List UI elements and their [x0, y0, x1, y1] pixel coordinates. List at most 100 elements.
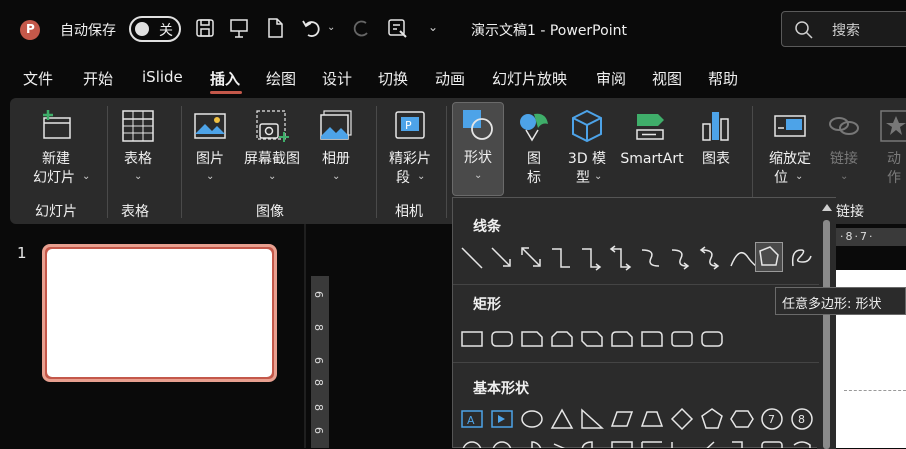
- zoom-label-1: 缩放定: [769, 151, 811, 167]
- frame-shape-icon: [611, 441, 633, 448]
- svg-text:8: 8: [798, 413, 805, 426]
- chart-label: 图表: [702, 151, 730, 167]
- right-triangle-shape-icon: [581, 408, 604, 429]
- ruler-marks-top: ·8·7·: [840, 230, 875, 243]
- zoom-button[interactable]: 缩放定 位 ⌄: [760, 104, 820, 190]
- photo-album-label: 相册: [322, 151, 350, 167]
- shapes-button[interactable]: 形状 ⌄: [452, 102, 504, 196]
- menu-view[interactable]: 视图: [652, 68, 682, 89]
- freeform-shape-button[interactable]: [755, 242, 783, 272]
- menu-insert[interactable]: 插入: [210, 68, 240, 89]
- action-button[interactable]: 动作: [872, 104, 906, 190]
- separator: [446, 106, 447, 218]
- smartart-button[interactable]: SmartArt: [618, 104, 686, 190]
- powerpoint-logo-letter: P: [26, 22, 35, 36]
- round-single-corner-rectangle-icon: [641, 331, 663, 347]
- menu-help[interactable]: 帮助: [708, 68, 738, 89]
- heptagon-shape-icon: 7: [761, 408, 783, 430]
- double-arrow-shape-icon: [521, 247, 541, 267]
- picture-chevron-icon: ⌄: [206, 171, 215, 182]
- plus-shape-icon: [732, 441, 743, 448]
- group-label-links: 链接: [836, 204, 864, 220]
- search-box[interactable]: 搜索: [781, 11, 906, 47]
- autosave-toggle[interactable]: 关: [129, 16, 181, 42]
- freeform-shape-icon: [759, 246, 779, 266]
- menu-file[interactable]: 文件: [23, 68, 53, 89]
- presentation-icon[interactable]: [228, 17, 250, 39]
- round-same-side-rectangle-icon: [671, 331, 693, 347]
- slide-thumbnail[interactable]: [42, 244, 277, 382]
- section-divider: [453, 284, 819, 285]
- can-shape-icon: [793, 441, 811, 448]
- undo-icon[interactable]: [300, 17, 324, 39]
- photo-album-chevron-icon: ⌄: [332, 171, 341, 182]
- link-button[interactable]: 链接 ⌄: [822, 104, 866, 190]
- 3d-models-button[interactable]: 3D 模 型 ⌄: [562, 104, 612, 190]
- trapezoid-shape-icon: [640, 411, 664, 427]
- link-label: 链接: [830, 151, 858, 167]
- new-slide-button[interactable]: 新建 幻灯片 ⌄: [22, 104, 90, 190]
- undo-dropdown-chevron-icon[interactable]: ⌄: [327, 22, 335, 33]
- table-button[interactable]: 表格 ⌄: [113, 104, 163, 190]
- section-divider: [453, 362, 819, 363]
- picture-button[interactable]: 图片 ⌄: [188, 104, 232, 190]
- redo-icon[interactable]: [350, 17, 372, 39]
- menu-bar: 文件 开始 iSlide 插入 绘图 设计 切换 动画 幻灯片放映 审阅 视图 …: [0, 58, 906, 98]
- menu-home[interactable]: 开始: [83, 68, 113, 89]
- title-bar: P 自动保存 关 ⌄ ⌄ 演示文稿1 - PowerPoint 搜索: [0, 0, 906, 58]
- parallelogram-shape-icon: [610, 411, 634, 427]
- scrollbar-thumb[interactable]: [823, 220, 830, 449]
- gallery-scrollbar[interactable]: [817, 198, 836, 449]
- icons-button[interactable]: 图 标: [512, 104, 556, 190]
- highlight-clip-button[interactable]: P 精彩片 段 ⌄: [382, 104, 438, 190]
- screenshot-icon: [254, 108, 290, 144]
- basic-shapes-row: A 7 8: [459, 406, 815, 432]
- panel-divider[interactable]: [304, 224, 306, 448]
- rectangle-shape-icon: [461, 331, 483, 347]
- quick-access-customize-icon[interactable]: ⌄: [428, 20, 438, 34]
- menu-review[interactable]: 审阅: [596, 68, 626, 89]
- screenshot-label: 屏幕截图: [244, 151, 300, 167]
- menu-islide[interactable]: iSlide: [142, 68, 183, 86]
- elbow-double-arrow-icon: [609, 245, 632, 271]
- curved-double-arrow-icon: [699, 246, 720, 270]
- new-slide-chevron-icon: ⌄: [82, 171, 91, 182]
- scribble-shape-button[interactable]: [789, 244, 815, 272]
- toggle-knob: [135, 22, 149, 36]
- ruler-mark: 8: [312, 404, 325, 411]
- line-shape-icon: [461, 247, 483, 269]
- diagonal-stripe-icon: [706, 441, 715, 448]
- new-slide-label-2: 幻灯片: [33, 170, 75, 186]
- picture-icon: [192, 108, 228, 144]
- zoom-chevron-icon: ⌄: [795, 171, 804, 182]
- shapes-icon: [460, 107, 496, 143]
- oval-shape-icon: [521, 410, 543, 428]
- autosave-state: 关: [159, 23, 173, 39]
- screenshot-button[interactable]: 屏幕截图 ⌄: [240, 104, 304, 190]
- decagon-shape-icon: [462, 441, 482, 448]
- vertical-ruler: 6 8 6 8 8 6: [311, 276, 329, 448]
- horizontal-ruler: ·8·7·: [836, 228, 906, 246]
- menu-transitions[interactable]: 切换: [378, 68, 408, 89]
- group-label-slides: 幻灯片: [35, 204, 77, 220]
- 3d-models-label-1: 3D 模: [567, 151, 607, 167]
- document-title: 演示文稿1 - PowerPoint: [471, 23, 627, 39]
- scroll-up-arrow-icon[interactable]: [822, 204, 832, 211]
- menu-design[interactable]: 设计: [322, 68, 352, 89]
- menu-slideshow[interactable]: 幻灯片放映: [492, 68, 567, 89]
- menu-animations[interactable]: 动画: [435, 68, 465, 89]
- autosave-label: 自动保存: [60, 23, 116, 39]
- icons-label-2: 标: [527, 170, 541, 186]
- dodecagon-shape-icon: [492, 441, 512, 448]
- search-icon: [794, 20, 814, 40]
- screenshot-chevron-icon: ⌄: [268, 171, 277, 182]
- new-file-icon[interactable]: [264, 17, 286, 39]
- smartart-label: SmartArt: [620, 151, 684, 167]
- slide-thumbnail-canvas: [47, 249, 272, 377]
- format-painter-icon[interactable]: [386, 17, 410, 39]
- photo-album-button[interactable]: 相册 ⌄: [314, 104, 358, 190]
- save-icon[interactable]: [194, 17, 216, 39]
- menu-draw[interactable]: 绘图: [266, 68, 296, 89]
- highlight-clip-label-2: 段: [396, 170, 410, 186]
- chart-button[interactable]: 图表: [694, 104, 738, 190]
